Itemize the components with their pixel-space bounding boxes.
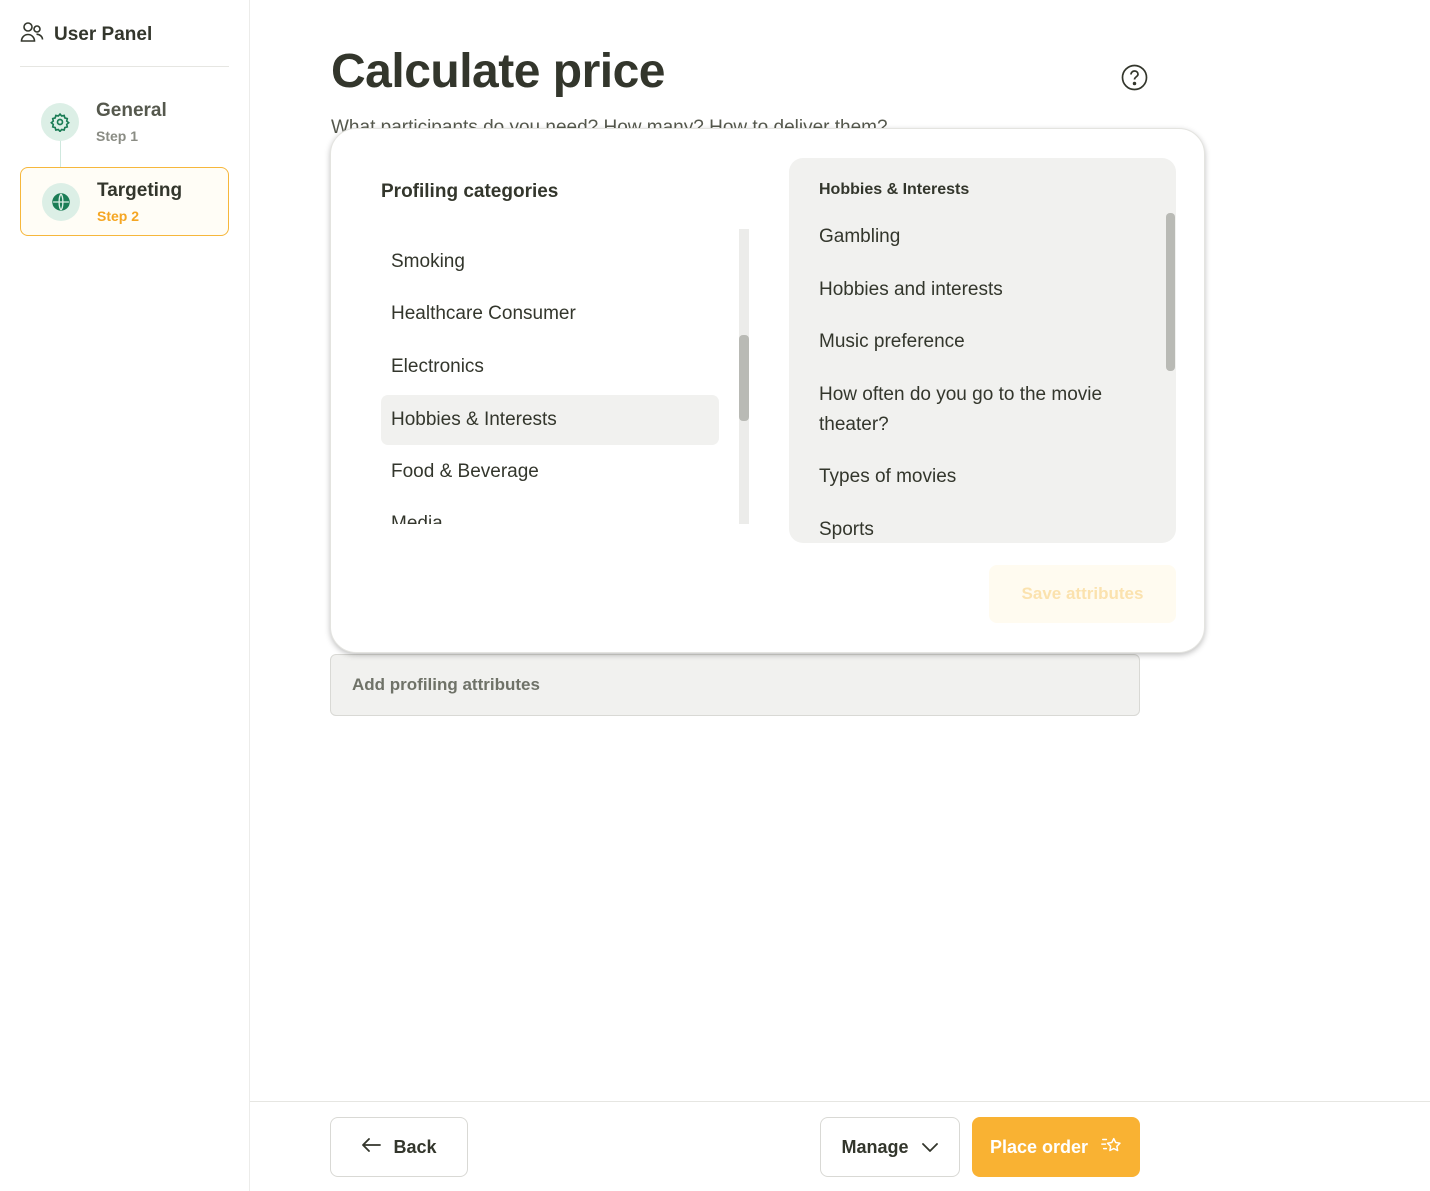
step-targeting[interactable]: Targeting Step 2 bbox=[20, 167, 229, 236]
page-title: Calculate price bbox=[331, 45, 665, 98]
attribute-item-sports[interactable]: Sports bbox=[819, 515, 1139, 543]
back-label: Back bbox=[393, 1136, 437, 1157]
sidebar: User Panel General Step 1 Targeting Step… bbox=[0, 0, 250, 1191]
step-number: Step 1 bbox=[96, 128, 139, 144]
place-order-button[interactable]: Place order bbox=[972, 1117, 1140, 1177]
category-scrollbar-thumb[interactable] bbox=[739, 335, 749, 421]
star-sparkle-icon bbox=[1100, 1134, 1122, 1161]
step-general[interactable]: General Step 1 bbox=[20, 88, 229, 157]
category-item-healthcare-consumer[interactable]: Healthcare Consumer bbox=[381, 289, 719, 339]
attributes-heading: Hobbies & Interests bbox=[819, 181, 970, 198]
attribute-item-hobbies-and-interests[interactable]: Hobbies and interests bbox=[819, 275, 1139, 305]
attribute-item-gambling[interactable]: Gambling bbox=[819, 222, 1139, 252]
save-attributes-button[interactable]: Save attributes bbox=[989, 565, 1176, 623]
step-title: General bbox=[96, 100, 167, 121]
manage-dropdown[interactable]: Manage bbox=[820, 1117, 960, 1177]
step-title: Targeting bbox=[97, 180, 183, 201]
attribute-item-movie-theater[interactable]: How often do you go to the movie theater… bbox=[819, 380, 1139, 440]
category-item-media[interactable]: Media bbox=[381, 499, 719, 524]
place-order-label: Place order bbox=[989, 1136, 1089, 1157]
attributes-scrollbar-thumb[interactable] bbox=[1166, 213, 1175, 371]
chevron-down-icon bbox=[921, 1137, 939, 1158]
users-icon bbox=[20, 20, 44, 49]
category-item-smoking[interactable]: Smoking bbox=[381, 237, 719, 287]
globe-icon bbox=[42, 183, 80, 221]
footer-divider bbox=[250, 1101, 1430, 1102]
category-list: Smoking Healthcare Consumer Electronics … bbox=[381, 229, 719, 524]
gear-icon bbox=[41, 103, 79, 141]
step-number: Step 2 bbox=[97, 208, 140, 224]
profiling-modal: Profiling categories Smoking Healthcare … bbox=[330, 128, 1205, 653]
category-item-electronics[interactable]: Electronics bbox=[381, 342, 719, 392]
back-button[interactable]: Back bbox=[330, 1117, 468, 1177]
categories-heading: Profiling categories bbox=[381, 181, 559, 202]
brand-title: User Panel bbox=[54, 23, 153, 45]
manage-label: Manage bbox=[841, 1136, 909, 1157]
category-item-food-beverage[interactable]: Food & Beverage bbox=[381, 447, 719, 497]
add-profiling-attributes-button[interactable]: Add profiling attributes bbox=[330, 654, 1140, 716]
question-icon[interactable] bbox=[1121, 64, 1148, 91]
attribute-item-types-of-movies[interactable]: Types of movies bbox=[819, 462, 1139, 492]
category-item-hobbies-interests[interactable]: Hobbies & Interests bbox=[381, 395, 719, 445]
brand: User Panel bbox=[20, 20, 152, 49]
attributes-panel: Hobbies & Interests Gambling Hobbies and… bbox=[789, 158, 1176, 543]
arrow-left-icon bbox=[361, 1137, 382, 1158]
attribute-item-music-preference[interactable]: Music preference bbox=[819, 327, 1139, 357]
sidebar-divider bbox=[20, 66, 229, 67]
